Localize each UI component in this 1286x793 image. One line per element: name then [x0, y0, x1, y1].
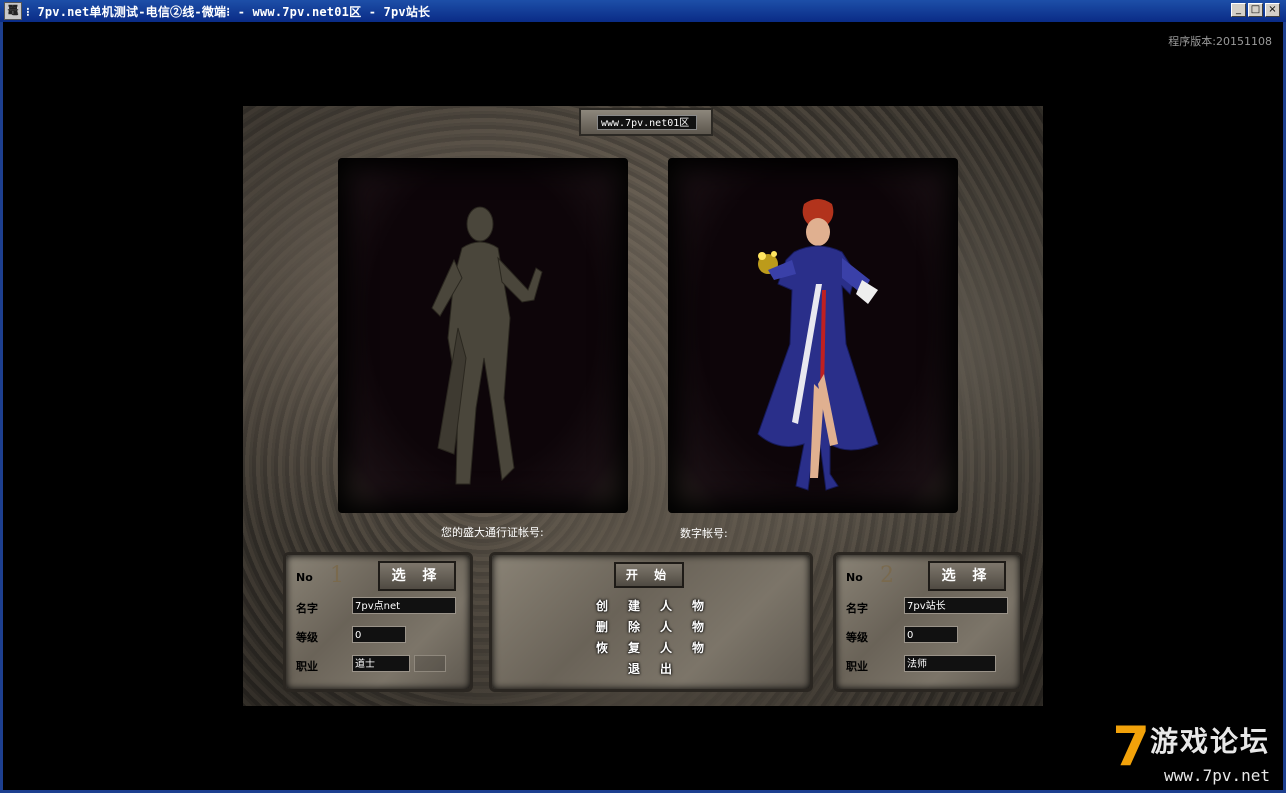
maximize-button[interactable]: □ [1248, 3, 1263, 17]
job-label: 职业 [846, 660, 868, 673]
watermark-seven: 7 [1112, 715, 1150, 778]
close-button[interactable]: × [1265, 3, 1280, 17]
level-label: 等级 [846, 631, 868, 644]
menu-char: 出 [659, 662, 672, 676]
menu-char: 物 [691, 599, 704, 613]
menu-char: 删 [595, 620, 608, 634]
watermark-title: 游戏论坛 [1149, 725, 1270, 758]
menu-char: 人 [659, 599, 672, 613]
level-label: 等级 [296, 631, 318, 644]
taoist-character[interactable] [418, 198, 558, 498]
action-menu-panel: 开 始 创 建 人 物 删 除 人 物 恢 复 人 物 退 出 [489, 552, 813, 692]
job-extra-field [414, 655, 446, 672]
slot-no-label: No [296, 571, 313, 584]
delete-character-button[interactable]: 删 除 人 物 [586, 618, 714, 635]
menu-char: 建 [627, 599, 640, 613]
menu-char: 创 [595, 599, 608, 613]
menu-char: 物 [691, 641, 704, 655]
level-field: 0 [904, 626, 958, 643]
start-button[interactable]: 开 始 [614, 562, 684, 588]
site-watermark: 7游戏论坛 www.7pv.net [1112, 715, 1270, 786]
job-field: 道士 [352, 655, 410, 672]
menu-char: 除 [627, 620, 640, 634]
job-label: 职业 [296, 660, 318, 673]
slot-2-panel: No 2 选 择 名字 7pv站长 等级 0 职业 法师 [833, 552, 1023, 692]
name-field: 7pv站长 [904, 597, 1008, 614]
window-title: ⁝ 7pv.net单机测试-电信②线-微端⁝ - www.7pv.net01区 … [26, 4, 431, 19]
menu-char: 复 [627, 641, 640, 655]
exit-button[interactable]: 退 出 [618, 660, 682, 677]
window-controls: _ □ × [1231, 3, 1280, 17]
name-field: 7pv点net [352, 597, 456, 614]
create-character-button[interactable]: 创 建 人 物 [586, 597, 714, 614]
slot-1-panel: No 1 选 择 名字 7pv点net 等级 0 职业 道士 [283, 552, 473, 692]
menu-char: 退 [627, 662, 640, 676]
app-icon: 鼉 [4, 2, 22, 20]
select-slot-1-button[interactable]: 选 择 [378, 561, 456, 591]
slot-number: 2 [880, 563, 894, 588]
restore-character-button[interactable]: 恢 复 人 物 [586, 639, 714, 656]
pass-account-label: 您的盛大通行证帐号: [441, 526, 544, 539]
name-label: 名字 [846, 602, 868, 615]
select-slot-2-button[interactable]: 选 择 [928, 561, 1006, 591]
job-field: 法师 [904, 655, 996, 672]
window-titlebar[interactable]: 鼉 ⁝ 7pv.net单机测试-电信②线-微端⁝ - www.7pv.net01… [0, 0, 1286, 22]
slot-number: 1 [330, 563, 344, 588]
character-alcove-2[interactable] [668, 158, 958, 513]
server-plaque: www.7pv.net01区 [579, 108, 713, 136]
server-name: www.7pv.net01区 [597, 115, 697, 130]
menu-char: 恢 [595, 641, 608, 655]
menu-char: 人 [659, 641, 672, 655]
mage-character[interactable] [738, 194, 898, 504]
menu-char: 人 [659, 620, 672, 634]
version-label: 程序版本:20151108 [1168, 35, 1272, 48]
minimize-button[interactable]: _ [1231, 3, 1246, 17]
name-label: 名字 [296, 602, 318, 615]
slot-no-label: No [846, 571, 863, 584]
character-select-screen: www.7pv.net01区 您的盛大通行证帐号: 数字帐号: No 1 选 择… [243, 106, 1043, 706]
level-field: 0 [352, 626, 406, 643]
character-alcove-1[interactable] [338, 158, 628, 513]
digit-account-label: 数字帐号: [680, 527, 728, 540]
menu-char: 物 [691, 620, 704, 634]
